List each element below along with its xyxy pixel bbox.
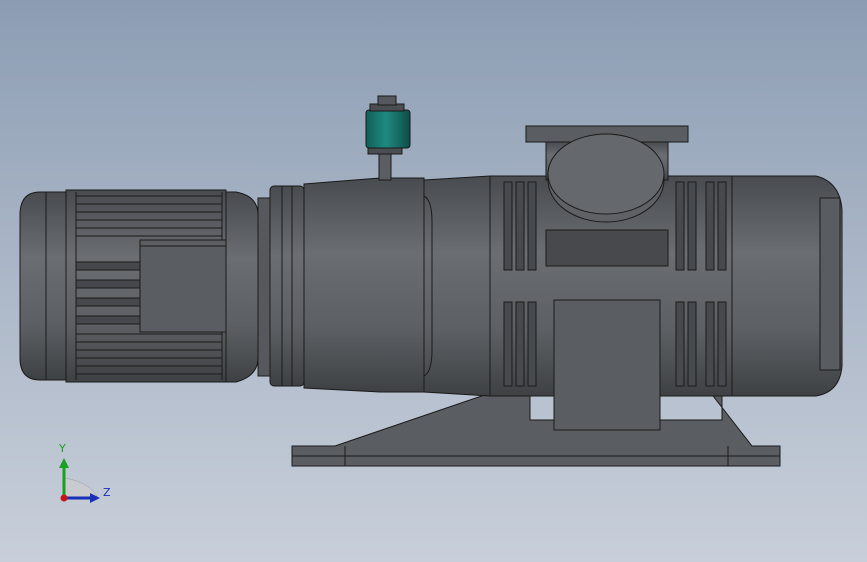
z-axis-label: Z <box>103 486 111 499</box>
motor-end-cap <box>19 191 67 381</box>
pump-assembly-model[interactable] <box>0 0 867 562</box>
terminal-box <box>139 239 233 333</box>
y-axis-arrowhead <box>59 458 69 468</box>
motor-body <box>65 189 233 383</box>
motor-flange <box>225 185 305 387</box>
y-axis-label: Y <box>59 442 66 455</box>
coupling-housing <box>303 177 425 393</box>
pump-rear-cover <box>731 175 843 397</box>
x-axis-dot <box>60 494 68 502</box>
graphics-viewport[interactable]: Y Z <box>0 0 867 562</box>
vacuum-valve <box>365 95 411 181</box>
base-foot <box>291 387 781 467</box>
